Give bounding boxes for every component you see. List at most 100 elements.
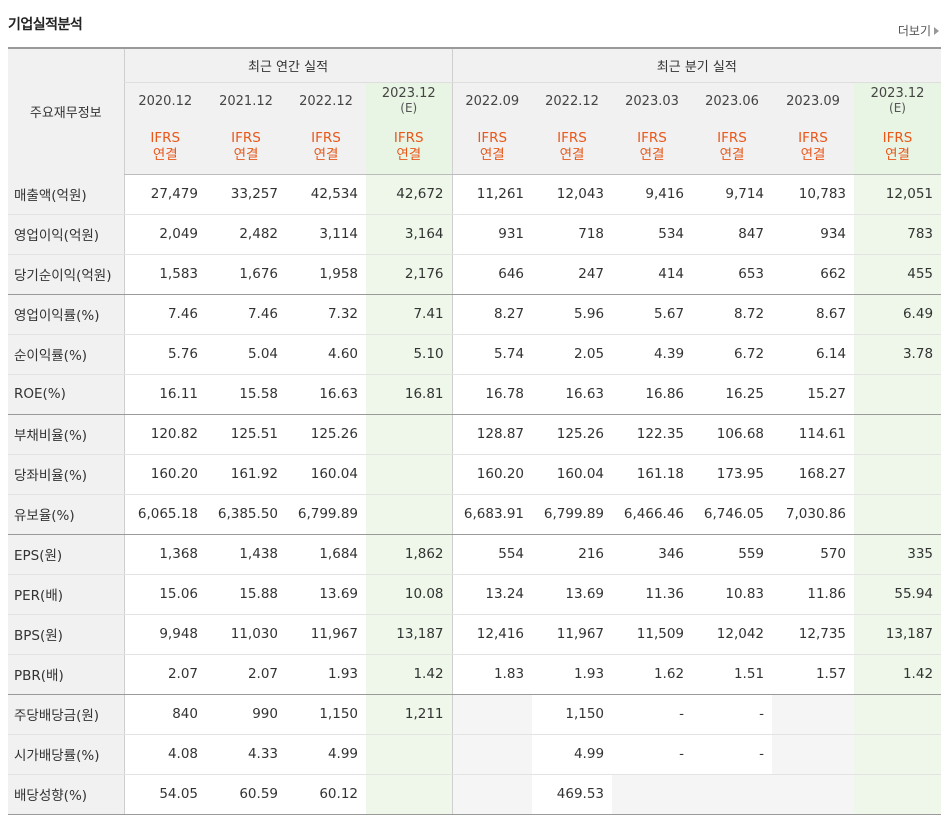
table-row: 배당성향(%) 54.05 60.59 60.12 469.53 bbox=[8, 774, 942, 815]
value-cell: 5.67 bbox=[612, 294, 693, 335]
financial-summary-table: 주요재무정보 최근 연간 실적 최근 분기 실적 2020.12 2021.12 2… bbox=[8, 47, 942, 815]
value-cell bbox=[366, 494, 453, 535]
value-cell: 128.87 bbox=[451, 414, 533, 455]
basis-standard: IFRS bbox=[393, 129, 424, 146]
value-cell: 1,150 bbox=[286, 694, 366, 735]
value-cell: 2,176 bbox=[366, 254, 453, 295]
value-cell: 1.57 bbox=[772, 654, 855, 695]
value-cell: 16.63 bbox=[286, 374, 366, 415]
value-cell: 783 bbox=[854, 214, 942, 255]
value-cell: 160.04 bbox=[286, 454, 366, 495]
value-cell: 13,187 bbox=[366, 614, 453, 655]
value-cell: 16.25 bbox=[692, 374, 773, 415]
value-cell: 346 bbox=[612, 534, 693, 575]
value-cell: 847 bbox=[692, 214, 773, 255]
value-cell: 840 bbox=[123, 694, 206, 735]
value-cell: 11.86 bbox=[772, 574, 855, 615]
value-cell: 7.32 bbox=[286, 294, 366, 335]
accounting-basis: IFRS 연결 bbox=[451, 120, 533, 175]
period-header: 2022.12 bbox=[286, 82, 366, 120]
period-header: 2022.12 bbox=[532, 82, 613, 120]
basis-scope: 연결 bbox=[800, 146, 826, 163]
value-cell: 990 bbox=[206, 694, 286, 735]
value-cell: 9,416 bbox=[612, 174, 693, 215]
value-cell: 3.78 bbox=[854, 334, 942, 375]
row-label: 영업이익률(%) bbox=[8, 294, 124, 335]
value-cell: 7.46 bbox=[123, 294, 206, 335]
row-label: 주당배당금(원) bbox=[8, 694, 124, 735]
value-cell: 6,065.18 bbox=[123, 494, 206, 535]
value-cell: 11,030 bbox=[206, 614, 286, 655]
value-cell: 16.81 bbox=[366, 374, 453, 415]
value-cell: 15.27 bbox=[772, 374, 855, 415]
value-cell: 216 bbox=[532, 534, 613, 575]
basis-standard: IFRS bbox=[231, 129, 261, 146]
basis-scope: 연결 bbox=[885, 146, 910, 163]
basis-scope: 연결 bbox=[233, 146, 259, 163]
period-header: 2023.03 bbox=[612, 82, 693, 120]
value-cell: 8.72 bbox=[692, 294, 773, 335]
quarterly-group-header: 최근 분기 실적 bbox=[451, 47, 942, 83]
basis-scope: 연결 bbox=[313, 146, 339, 163]
value-cell: 1,862 bbox=[366, 534, 453, 575]
value-cell: 4.99 bbox=[286, 734, 366, 775]
value-cell: 9,714 bbox=[692, 174, 773, 215]
row-label: 순이익률(%) bbox=[8, 334, 124, 375]
value-cell: 1,676 bbox=[206, 254, 286, 295]
value-cell bbox=[854, 734, 942, 775]
value-cell bbox=[451, 734, 533, 775]
value-cell: 931 bbox=[451, 214, 533, 255]
row-label: 당좌비율(%) bbox=[8, 454, 124, 495]
value-cell: 125.51 bbox=[206, 414, 286, 455]
value-cell: 6.14 bbox=[772, 334, 855, 375]
value-cell: 1,583 bbox=[123, 254, 206, 295]
period-header: 2021.12 bbox=[206, 82, 286, 120]
value-cell: 15.06 bbox=[123, 574, 206, 615]
value-cell: 5.04 bbox=[206, 334, 286, 375]
table-row: 당좌비율(%) 160.20 161.92 160.04 160.20 160.04 161… bbox=[8, 454, 942, 495]
value-cell: 6,683.91 bbox=[451, 494, 533, 535]
value-cell: 469.53 bbox=[532, 774, 613, 815]
value-cell: 106.68 bbox=[692, 414, 773, 455]
value-cell: - bbox=[612, 694, 693, 735]
value-cell: 125.26 bbox=[286, 414, 366, 455]
value-cell: 2.07 bbox=[206, 654, 286, 695]
value-cell: - bbox=[692, 734, 773, 775]
basis-scope: 연결 bbox=[479, 146, 505, 163]
table-row: PBR(배) 2.07 2.07 1.93 1.42 1.83 1.93 1.62 1.51 1.… bbox=[8, 654, 942, 695]
basis-scope: 연결 bbox=[396, 146, 422, 163]
estimate-mark: (E) bbox=[889, 101, 906, 116]
value-cell: 120.82 bbox=[123, 414, 206, 455]
more-link-label: 더보기 bbox=[897, 24, 931, 38]
value-cell: 12,416 bbox=[451, 614, 533, 655]
row-label: PBR(배) bbox=[8, 654, 124, 695]
value-cell: 1,684 bbox=[286, 534, 366, 575]
value-cell: 6,799.89 bbox=[532, 494, 613, 535]
value-cell: 114.61 bbox=[772, 414, 855, 455]
table-row: 주당배당금(원) 840 990 1,150 1,211 1,150- - bbox=[8, 694, 942, 735]
value-cell: 160.20 bbox=[451, 454, 533, 495]
accounting-basis: IFRS 연결 bbox=[123, 120, 206, 175]
basis-standard: IFRS bbox=[717, 129, 747, 146]
basis-standard: IFRS bbox=[557, 129, 587, 146]
basis-scope: 연결 bbox=[559, 146, 585, 163]
value-cell bbox=[451, 694, 533, 735]
value-cell: 1.51 bbox=[692, 654, 773, 695]
value-cell bbox=[692, 774, 773, 815]
value-cell: 10.83 bbox=[692, 574, 773, 615]
row-label: 매출액(억원) bbox=[8, 174, 124, 215]
caret-right-icon bbox=[934, 27, 939, 35]
value-cell: 161.92 bbox=[206, 454, 286, 495]
period-label: 2023.03 bbox=[625, 93, 679, 109]
period-label: 2022.12 bbox=[545, 93, 599, 109]
value-cell bbox=[772, 774, 855, 815]
table-row: 영업이익률(%) 7.46 7.46 7.32 7.41 8.27 5.96 5.67 8.72… bbox=[8, 294, 942, 335]
period-label: 2021.12 bbox=[219, 93, 273, 109]
value-cell bbox=[854, 694, 942, 735]
value-cell: 653 bbox=[692, 254, 773, 295]
value-cell: 5.74 bbox=[451, 334, 533, 375]
more-link[interactable]: 더보기 bbox=[898, 22, 939, 39]
value-cell: 335 bbox=[854, 534, 942, 575]
value-cell: 2.07 bbox=[123, 654, 206, 695]
value-cell: 3,114 bbox=[286, 214, 366, 255]
